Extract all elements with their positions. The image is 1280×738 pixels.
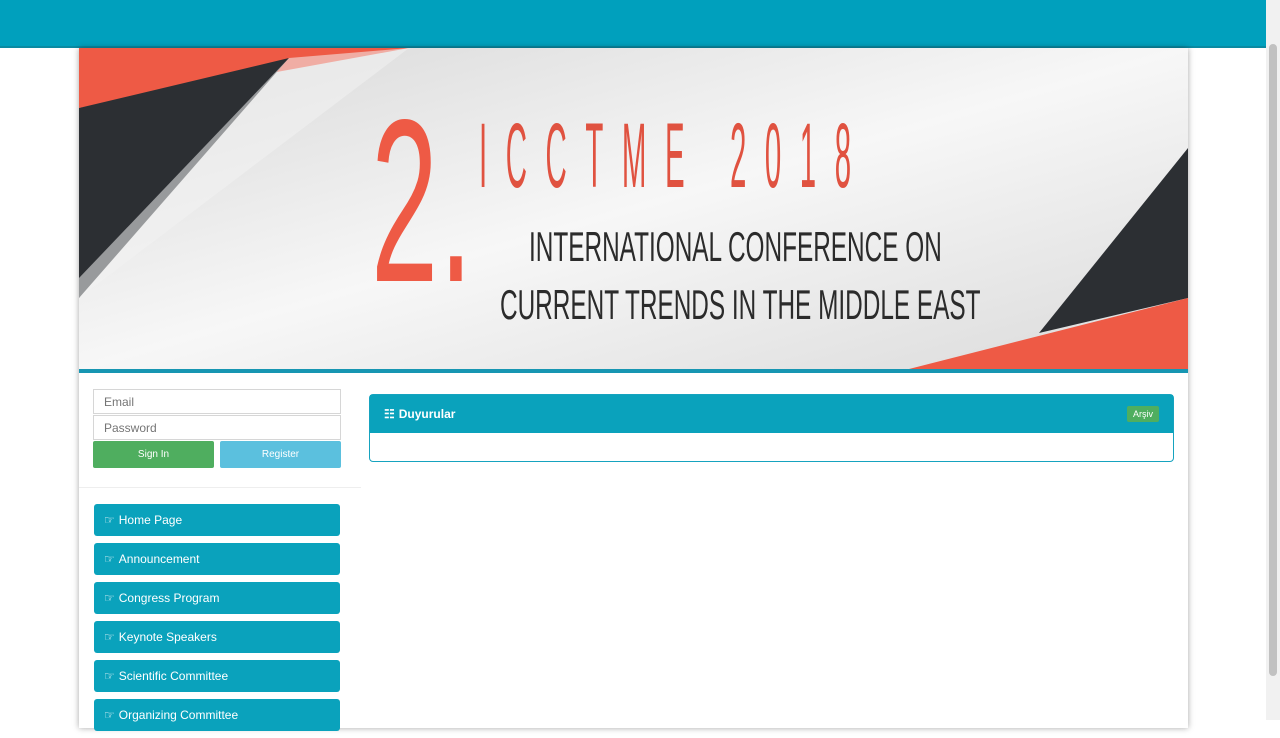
hand-right-icon: ☞ [104,591,115,605]
announcements-panel: ☷ Duyurular Arşiv [369,394,1174,462]
page-scrollbar[interactable] [1266,0,1280,720]
banner-subtitle-line1: INTERNATIONAL CONFERENCE ON [529,223,942,270]
sidebar-item-scientific-committee[interactable]: ☞ Scientific Committee [94,660,340,692]
top-navbar [0,0,1266,48]
banner-number: 2. [371,72,474,331]
email-field[interactable] [93,389,341,414]
sign-in-button[interactable]: Sign In [93,441,214,468]
conference-banner: 2. ICCTME 2018 INTERNATIONAL CONFERENCE … [79,48,1188,373]
sidebar-item-congress-program[interactable]: ☞ Congress Program [94,582,340,614]
login-form: Sign In Register [93,389,341,468]
hand-right-icon: ☞ [104,513,115,527]
page-container: 2. ICCTME 2018 INTERNATIONAL CONFERENCE … [79,48,1188,731]
sidebar-item-announcement[interactable]: ☞ Announcement [94,543,340,575]
sidebar-item-label: Congress Program [118,591,220,605]
divider [79,487,361,488]
register-button[interactable]: Register [220,441,341,468]
password-field[interactable] [93,415,341,440]
banner-subtitle-line2: CURRENT TRENDS IN THE MIDDLE EAST [500,281,981,328]
hand-right-icon: ☞ [104,630,115,644]
scrollbar-thumb[interactable] [1269,44,1277,676]
sidebar-item-keynote-speakers[interactable]: ☞ Keynote Speakers [94,621,340,653]
list-icon: ☷ [384,407,395,421]
sidebar-item-label: Keynote Speakers [118,630,217,644]
sidebar-item-home-page[interactable]: ☞ Home Page [94,504,340,536]
banner-title: ICCTME 2018 [479,105,870,207]
announcements-title: Duyurular [398,407,456,421]
sidebar-item-organizing-committee[interactable]: ☞ Organizing Committee [94,699,340,731]
sidebar-item-label: Scientific Committee [118,669,229,683]
hand-right-icon: ☞ [104,669,115,683]
sidebar-item-label: Announcement [118,552,200,566]
sidebar-item-label: Home Page [118,513,183,527]
archive-badge[interactable]: Arşiv [1127,406,1159,422]
hand-right-icon: ☞ [104,552,115,566]
announcements-header: ☷ Duyurular Arşiv [370,395,1173,433]
sidebar-menu: ☞ Home Page ☞ Announcement ☞ Congress Pr… [94,504,340,738]
